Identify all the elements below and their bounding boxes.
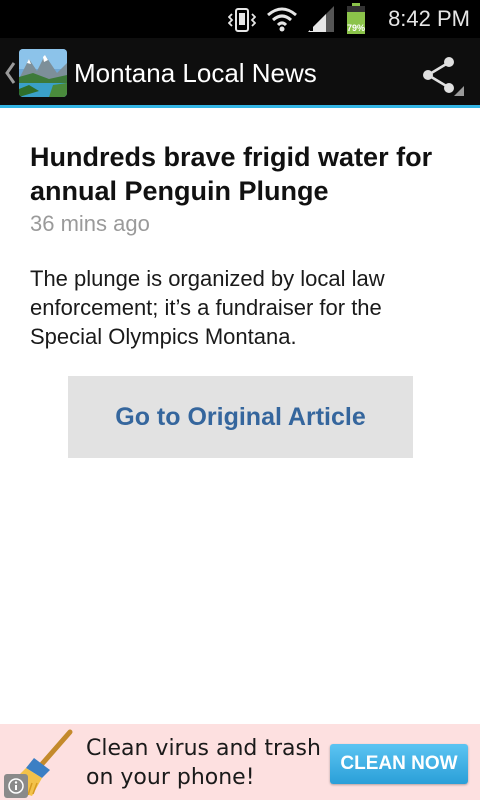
info-icon[interactable]: [4, 774, 28, 798]
go-to-original-article-label: Go to Original Article: [115, 402, 366, 431]
action-bar: Montana Local News: [0, 38, 480, 108]
chevron-left-icon[interactable]: [3, 58, 17, 88]
vibrate-icon: [227, 7, 257, 38]
article-headline: Hundreds brave frigid water for annual P…: [30, 142, 433, 206]
mountain-lake-icon[interactable]: [19, 49, 67, 97]
app-title: Montana Local News: [74, 58, 317, 88]
status-bar: 79% 8:42 PM: [0, 0, 480, 38]
status-time: 8:42 PM: [388, 6, 470, 31]
article-timestamp: 36 mins ago: [30, 211, 150, 236]
share-icon: [423, 57, 464, 96]
ad-text-line-1: Clean virus and trash: [86, 736, 321, 761]
battery-icon: [344, 3, 368, 40]
clean-now-button[interactable]: CLEAN NOW: [330, 744, 468, 784]
ad-text-line-2: on your phone!: [86, 765, 255, 790]
signal-icon: [306, 5, 336, 38]
wifi-icon: [266, 6, 298, 37]
article-summary: The plunge is organized by local law enf…: [30, 266, 385, 349]
ad-text: Clean virus and trash on your phone!: [86, 734, 321, 792]
share-button[interactable]: [416, 52, 466, 98]
battery-percent: 79%: [346, 23, 365, 33]
go-to-original-article-button[interactable]: Go to Original Article: [68, 376, 413, 458]
article: Hundreds brave frigid water for annual P…: [30, 140, 460, 351]
